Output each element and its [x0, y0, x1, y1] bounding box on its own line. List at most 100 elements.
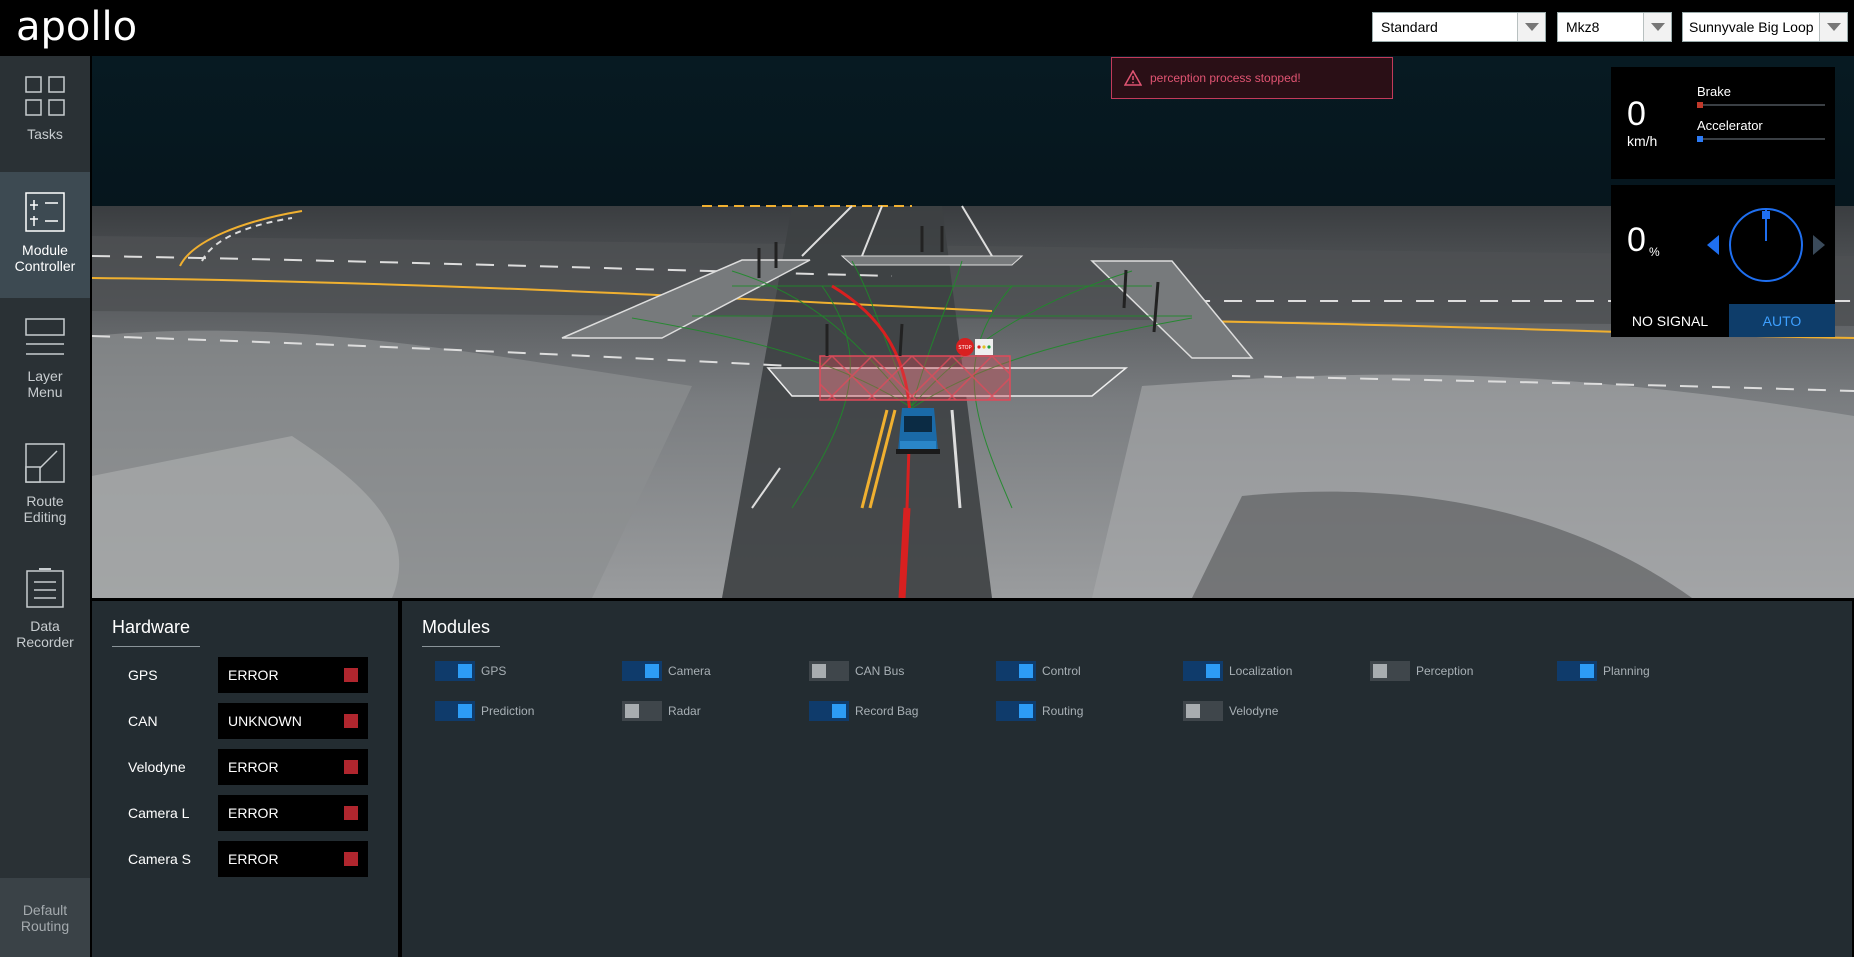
mode-dropdown[interactable]: Standard	[1372, 12, 1546, 42]
route-icon	[25, 443, 65, 483]
module-toggle[interactable]	[1183, 701, 1223, 721]
module-toggle[interactable]	[809, 661, 849, 681]
clipboard-icon	[26, 568, 64, 608]
chevron-down-icon	[1643, 13, 1671, 41]
module-prediction: Prediction	[435, 701, 534, 721]
drive-mode-button[interactable]: AUTO	[1729, 304, 1835, 337]
hardware-status: ERROR	[228, 805, 279, 821]
module-label: Velodyne	[1229, 704, 1279, 718]
toggle-knob	[1206, 664, 1220, 678]
hardware-name: Camera S	[128, 851, 192, 867]
module-toggle[interactable]	[622, 661, 662, 681]
warning-icon	[1124, 70, 1142, 86]
module-toggle[interactable]	[435, 701, 475, 721]
hardware-status: ERROR	[228, 759, 279, 775]
hardware-name: CAN	[128, 713, 158, 729]
sidebar: Tasks Module Controller Layer Menu Route	[0, 56, 90, 957]
module-label: Prediction	[481, 704, 535, 718]
hardware-title: Hardware	[112, 617, 201, 647]
hardware-status-box: ERROR	[218, 841, 368, 877]
toggle-knob	[1580, 664, 1594, 678]
hardware-panel: Hardware GPS ERROR CAN UNKNOWN Velodyne …	[92, 601, 398, 957]
module-can-bus: CAN Bus	[809, 661, 904, 681]
module-toggle[interactable]	[809, 701, 849, 721]
toggle-knob	[458, 704, 472, 718]
steering-wheel-icon	[1707, 208, 1825, 282]
module-toggle[interactable]	[622, 701, 662, 721]
toggle-knob	[645, 664, 659, 678]
vehicle-dropdown-value: Mkz8	[1566, 19, 1600, 35]
toggle-knob	[625, 704, 639, 718]
hardware-status-box: ERROR	[218, 795, 368, 831]
vehicle-dropdown[interactable]: Mkz8	[1557, 12, 1672, 42]
brake-label: Brake	[1697, 84, 1731, 99]
module-gps: GPS	[435, 661, 506, 681]
accelerator-label: Accelerator	[1697, 118, 1763, 133]
toggle-knob	[832, 704, 846, 718]
turn-left-indicator	[1707, 235, 1719, 255]
turn-right-indicator	[1813, 235, 1825, 255]
sidebar-item-tasks[interactable]: Tasks	[0, 56, 90, 178]
module-velodyne: Velodyne	[1183, 701, 1278, 721]
mode-dropdown-value: Standard	[1381, 19, 1438, 35]
module-record-bag: Record Bag	[809, 701, 918, 721]
sidebar-item-label: Editing	[23, 509, 67, 525]
sidebar-item-layer-menu[interactable]: Layer Menu	[0, 298, 90, 420]
module-camera: Camera	[622, 661, 711, 681]
module-radar: Radar	[622, 701, 701, 721]
module-toggle[interactable]	[1183, 661, 1223, 681]
speed-value: 0	[1627, 95, 1646, 133]
sidebar-item-label: Tasks	[27, 126, 63, 142]
map-dropdown[interactable]: Sunnyvale Big Loop	[1682, 12, 1848, 42]
alert-message: perception process stopped!	[1150, 71, 1301, 85]
hardware-status: UNKNOWN	[228, 713, 302, 729]
ego-vehicle	[896, 408, 940, 454]
default-routing-label: Default	[22, 901, 68, 918]
hardware-status: ERROR	[228, 851, 279, 867]
module-label: Localization	[1229, 664, 1293, 678]
module-toggle[interactable]	[996, 661, 1036, 681]
apollo-logo: apollo	[16, 6, 137, 50]
module-routing: Routing	[996, 701, 1083, 721]
sidebar-item-data-recorder[interactable]: Data Recorder	[0, 548, 90, 670]
speed-panel: 0 km/h Brake Accelerator	[1611, 67, 1835, 179]
default-routing-button[interactable]: Default Routing	[0, 878, 90, 957]
modules-panel: Modules GPS Camera CAN Bus Control Localizat…	[402, 601, 1852, 957]
sidebar-item-route-editing[interactable]: Route Editing	[0, 423, 90, 545]
module-label: Control	[1042, 664, 1081, 678]
scene-canvas: STOP	[92, 56, 1854, 598]
module-planning: Planning	[1557, 661, 1650, 681]
module-label: Radar	[668, 704, 701, 718]
module-toggle[interactable]	[1557, 661, 1597, 681]
modules-title: Modules	[422, 617, 501, 647]
toggle-knob	[1019, 704, 1033, 718]
toggle-knob	[1186, 704, 1200, 718]
hardware-row-camera-s: Camera S ERROR	[92, 841, 398, 877]
toggle-knob	[458, 664, 472, 678]
sidebar-item-label: Data	[30, 618, 60, 634]
default-routing-label: Routing	[20, 917, 70, 934]
module-toggle[interactable]	[435, 661, 475, 681]
module-toggle[interactable]	[996, 701, 1036, 721]
steering-panel: 0 % NO SIGNAL AUTO	[1611, 185, 1835, 337]
status-indicator	[344, 852, 358, 866]
hardware-row-gps: GPS ERROR	[92, 657, 398, 693]
sidebar-item-label: Recorder	[16, 634, 74, 650]
toggle-knob	[1019, 664, 1033, 678]
scene-view[interactable]: STOP perception process stopped! 0 km/h	[92, 56, 1854, 598]
module-toggle[interactable]	[1370, 661, 1410, 681]
brake-bar	[1697, 104, 1825, 106]
grid-icon	[25, 76, 65, 116]
hardware-name: Velodyne	[128, 759, 186, 775]
sidebar-item-module-controller[interactable]: Module Controller	[0, 172, 90, 298]
hardware-status-box: ERROR	[218, 749, 368, 785]
steering-value: 0	[1627, 221, 1646, 259]
hardware-status: ERROR	[228, 667, 279, 683]
layers-icon	[25, 318, 65, 355]
status-indicator	[344, 668, 358, 682]
module-label: CAN Bus	[855, 664, 905, 678]
status-indicator	[344, 760, 358, 774]
module-localization: Localization	[1183, 661, 1292, 681]
brake-level-marker	[1697, 102, 1703, 108]
module-label: GPS	[481, 664, 507, 678]
